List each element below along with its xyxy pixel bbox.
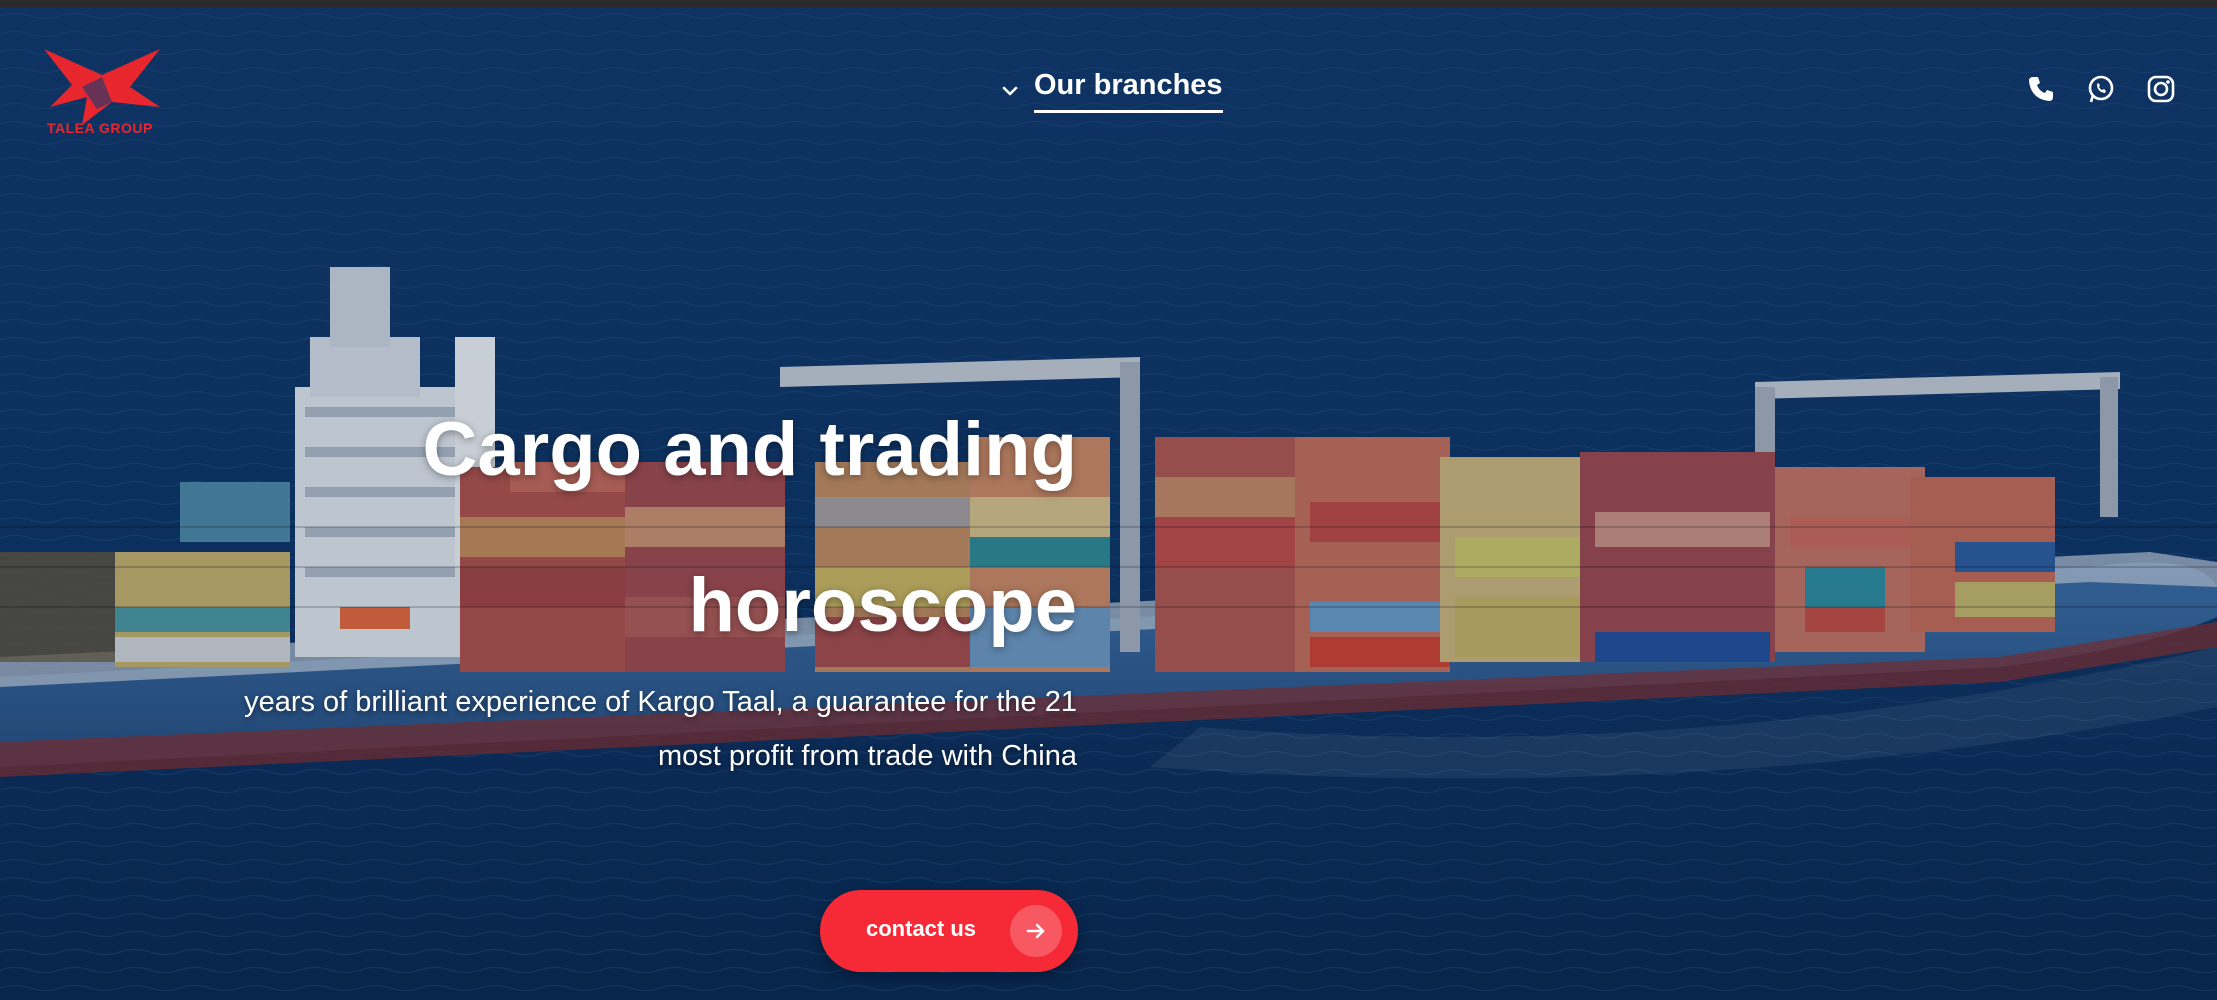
hero-headline: Cargo and trading horoscope	[177, 372, 1077, 684]
contact-us-button[interactable]: contact us	[820, 890, 1078, 972]
branches-nav[interactable]: Our branches	[1000, 69, 1223, 113]
arrow-right-icon	[1010, 905, 1062, 957]
phone-icon[interactable]	[2025, 73, 2057, 105]
headline-line-1: Cargo and trading	[422, 407, 1077, 492]
window-top-bar	[0, 0, 2217, 7]
whatsapp-icon[interactable]	[2085, 73, 2117, 105]
chevron-down-icon	[1002, 86, 1018, 96]
contact-us-label: contact us	[866, 916, 977, 941]
instagram-icon[interactable]	[2145, 73, 2177, 105]
subtitle-line-1: years of brilliant experience of Kargo T…	[244, 686, 1077, 718]
social-links	[2025, 73, 2177, 105]
hero-section: TALEA GROUP Our branches Cargo and tradi…	[0, 7, 2217, 1000]
subtitle-line-2: most profit from trade with China	[657, 740, 1077, 772]
logo-text: TALEA GROUP	[47, 120, 153, 136]
hero-subtitle: years of brilliant experience of Kargo T…	[77, 675, 1077, 783]
headline-line-2: horoscope	[688, 563, 1078, 648]
our-branches-link[interactable]: Our branches	[1034, 69, 1223, 113]
